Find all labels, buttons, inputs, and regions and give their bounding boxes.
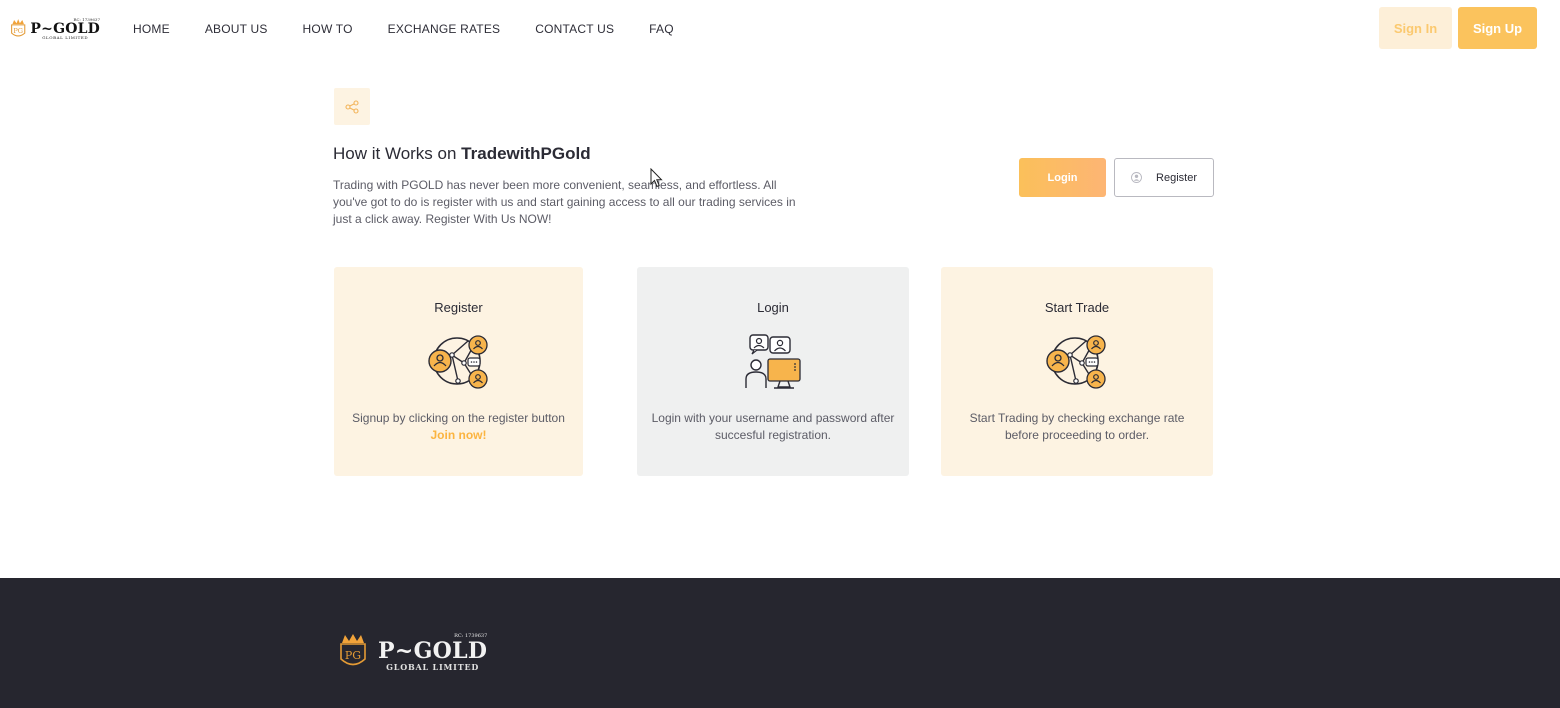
card-description-text: Signup by clicking on the register butto… (352, 411, 565, 425)
share-icon-box (334, 88, 370, 125)
step-card-login: Login Login with your username and passw… (637, 267, 909, 476)
site-footer: PG RC: 1739637 P~GOLD GLOBAL LIMITED (0, 578, 1560, 708)
svg-text:PG: PG (13, 27, 23, 35)
card-description: Signup by clicking on the register butto… (348, 410, 569, 444)
user-icon (1131, 172, 1142, 183)
step-card-register: Register Signup by clicking on the regis… (334, 267, 583, 476)
sign-in-button[interactable]: Sign In (1379, 7, 1452, 49)
card-title: Start Trade (1044, 300, 1110, 315)
register-button-label: Register (1156, 171, 1197, 184)
nav-how-to[interactable]: HOW TO (303, 22, 353, 36)
hero-description: Trading with PGOLD has never been more c… (333, 178, 796, 226)
register-button[interactable]: Register (1114, 158, 1214, 197)
main-nav: HOME ABOUT US HOW TO EXCHANGE RATES CONT… (133, 22, 709, 36)
title-prefix: How it Works on (333, 144, 462, 163)
card-title: Login (757, 300, 789, 315)
footer-brand-subtitle: GLOBAL LIMITED (386, 661, 480, 672)
nav-contact-us[interactable]: CONTACT US (535, 22, 614, 36)
computer-user-login-icon (745, 334, 801, 389)
nav-exchange-rates[interactable]: EXCHANGE RATES (388, 22, 501, 36)
footer-brand-name: P~GOLD (378, 637, 488, 664)
page-title: How it Works on TradewithPGold (333, 144, 591, 164)
share-icon (345, 99, 359, 114)
login-button[interactable]: Login (1019, 158, 1106, 197)
nav-home[interactable]: HOME (133, 22, 170, 36)
card-title: Register (434, 300, 483, 315)
network-users-icon (1046, 335, 1106, 389)
network-users-icon (427, 335, 488, 389)
step-card-start-trade: Start Trade Start Trading by checking ex… (941, 267, 1213, 476)
logo-name: P~GOLD (30, 21, 100, 37)
crown-pg-emblem-icon: PG (11, 19, 26, 37)
sign-up-button[interactable]: Sign Up (1458, 7, 1537, 49)
title-brand: TradewithPGold (461, 144, 591, 163)
card-description: Login with your username and password af… (651, 411, 895, 442)
crown-pg-emblem-icon: PG (340, 634, 366, 666)
nav-faq[interactable]: FAQ (649, 22, 674, 36)
footer-logo[interactable]: PG RC: 1739637 P~GOLD GLOBAL LIMITED (338, 632, 487, 672)
svg-text:PG: PG (345, 649, 361, 662)
join-now-link[interactable]: Join now! (431, 428, 487, 442)
card-description: Start Trading by checking exchange rate … (969, 411, 1185, 442)
nav-about-us[interactable]: ABOUT US (205, 22, 268, 36)
brand-logo[interactable]: PG RC: 1739637 P~GOLD GLOBAL LIMITED (10, 15, 100, 43)
mouse-cursor-icon (650, 168, 663, 188)
site-header: PG RC: 1739637 P~GOLD GLOBAL LIMITED HOM… (0, 0, 1560, 58)
